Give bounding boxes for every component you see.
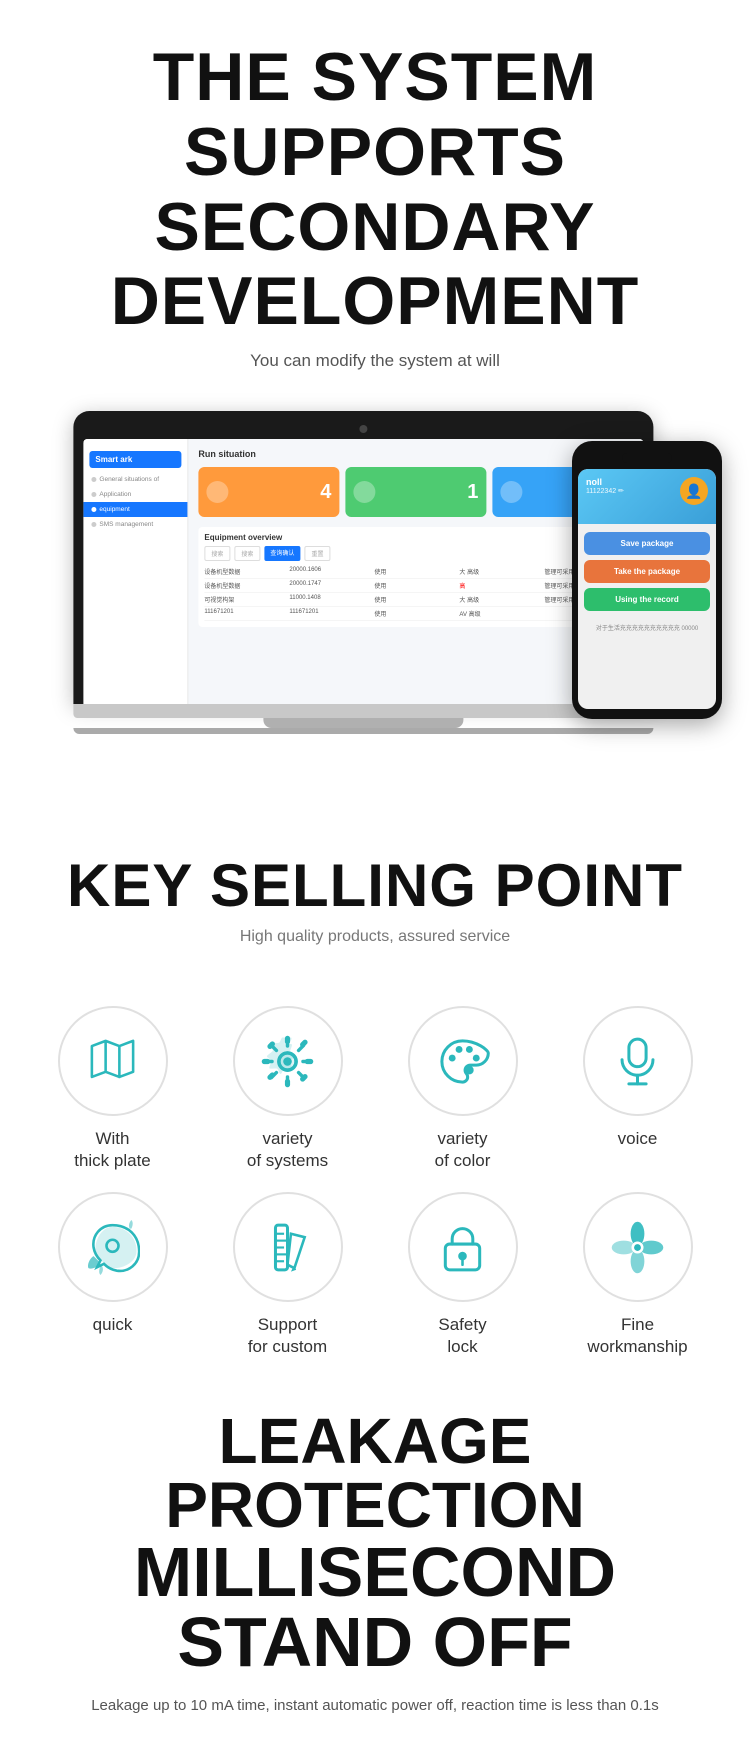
phone-mockup: noll 11122342 ✏ 👤 Save package Take the … xyxy=(572,441,722,719)
screen-menu-2: Application xyxy=(83,487,187,502)
screen-sidebar: Smart ark General situations of Applicat… xyxy=(83,439,188,704)
palette-icon xyxy=(435,1034,490,1089)
phone-screen: noll 11122342 ✏ 👤 Save package Take the … xyxy=(578,469,716,709)
icon-label-map: Withthick plate xyxy=(74,1128,151,1172)
hero-title: THE SYSTEM SUPPORTS SECONDARY DEVELOPMEN… xyxy=(60,40,690,339)
phone-userid: 11122342 ✏ xyxy=(586,487,624,495)
gear-icon xyxy=(260,1034,315,1089)
icon-circle-ruler xyxy=(233,1192,343,1302)
leakage-title: LEAKAGE PROTECTION xyxy=(20,1409,730,1537)
rocket-icon xyxy=(85,1220,140,1275)
screen-table-row-4: 111671201111671201使用AV 高级 xyxy=(204,607,627,621)
icon-label-rocket: quick xyxy=(93,1314,133,1336)
fan-icon xyxy=(610,1220,665,1275)
icon-circle-rocket xyxy=(58,1192,168,1302)
icon-label-lock: Safetylock xyxy=(438,1314,486,1358)
phone-footer-text: 对于生活充充充充充充充充充充 00000 xyxy=(578,619,716,636)
laptop-mockup: Smart ark General situations of Applicat… xyxy=(73,411,653,734)
icon-label-ruler: Supportfor custom xyxy=(248,1314,327,1358)
icon-item-map: Withthick plate xyxy=(30,1006,195,1172)
icon-label-palette: varietyof color xyxy=(435,1128,491,1172)
icon-label-gear: varietyof systems xyxy=(247,1128,328,1172)
icon-circle-lock xyxy=(408,1192,518,1302)
phone-header: noll 11122342 ✏ 👤 xyxy=(578,469,716,524)
phone-buttons: Save package Take the package Using the … xyxy=(578,524,716,619)
ruler-icon xyxy=(260,1220,315,1275)
screen-menu-3: equipment xyxy=(83,502,187,517)
laptop-screen: Smart ark General situations of Applicat… xyxy=(83,439,643,704)
phone-user-info: noll 11122342 ✏ xyxy=(586,477,624,495)
mockup-section: Smart ark General situations of Applicat… xyxy=(0,411,750,791)
phone-btn-save[interactable]: Save package xyxy=(584,532,710,555)
icon-label-fan: Fineworkmanship xyxy=(587,1314,687,1358)
icon-circle-fan xyxy=(583,1192,693,1302)
lock-icon xyxy=(435,1220,490,1275)
table-title: Equipment overview xyxy=(204,533,627,542)
phone-btn-record[interactable]: Using the record xyxy=(584,588,710,611)
selling-section: KEY SELLING POINT High quality products,… xyxy=(0,801,750,976)
phone-notch xyxy=(578,453,716,463)
screen-menu-1: General situations of xyxy=(83,472,187,487)
card-orange: 4 xyxy=(198,467,339,517)
screen-table-row-1: 设备机型数据20000.1606使用大 高级管理可采用装配式 > xyxy=(204,565,627,579)
icon-item-palette: varietyof color xyxy=(380,1006,545,1172)
card-green: 1 xyxy=(345,467,486,517)
icon-item-gear: varietyof systems xyxy=(205,1006,370,1172)
phone-username: noll xyxy=(586,477,624,487)
icon-circle-map xyxy=(58,1006,168,1116)
mic-icon xyxy=(610,1034,665,1089)
map-icon xyxy=(85,1034,140,1089)
leakage-section: LEAKAGE PROTECTION MILLISECOND STAND OFF… xyxy=(0,1379,750,1738)
standoff-title: STAND OFF xyxy=(20,1607,730,1677)
icon-circle-palette xyxy=(408,1006,518,1116)
hero-section: THE SYSTEM SUPPORTS SECONDARY DEVELOPMEN… xyxy=(0,0,750,391)
icon-circle-gear xyxy=(233,1006,343,1116)
icon-item-lock: Safetylock xyxy=(380,1192,545,1358)
screen-cards: 4 1 xyxy=(198,467,633,517)
millisecond-title: MILLISECOND xyxy=(20,1537,730,1607)
phone-btn-take[interactable]: Take the package xyxy=(584,560,710,583)
icon-grid: Withthick plate xyxy=(0,976,750,1378)
run-title: Run situation xyxy=(198,449,633,459)
icon-item-mic: voice xyxy=(555,1006,720,1172)
screen-table-row-2: 设备机型数据20000.1747使用高管理可采用装配式 > xyxy=(204,579,627,593)
leakage-description: Leakage up to 10 mA time, instant automa… xyxy=(20,1693,730,1719)
icon-circle-mic xyxy=(583,1006,693,1116)
icon-item-fan: Fineworkmanship xyxy=(555,1192,720,1358)
screen-brand-label: Smart ark xyxy=(89,451,181,468)
screen-table: Equipment overview 搜索 搜索 查询确认 重置 设备机型数据2… xyxy=(198,527,633,627)
icon-label-mic: voice xyxy=(618,1128,658,1150)
screen-menu-4: SMS management xyxy=(83,517,187,532)
icon-item-rocket: quick xyxy=(30,1192,195,1358)
screen-table-row-3: 可视觉构架11000.1408使用大 高级管理可采用装配式 > xyxy=(204,593,627,607)
phone-avatar: 👤 xyxy=(680,477,708,505)
selling-title: KEY SELLING POINT xyxy=(20,851,730,920)
icon-item-ruler: Supportfor custom xyxy=(205,1192,370,1358)
selling-subtitle: High quality products, assured service xyxy=(20,928,730,946)
laptop-camera xyxy=(359,425,367,433)
hero-subtitle: You can modify the system at will xyxy=(60,351,690,371)
